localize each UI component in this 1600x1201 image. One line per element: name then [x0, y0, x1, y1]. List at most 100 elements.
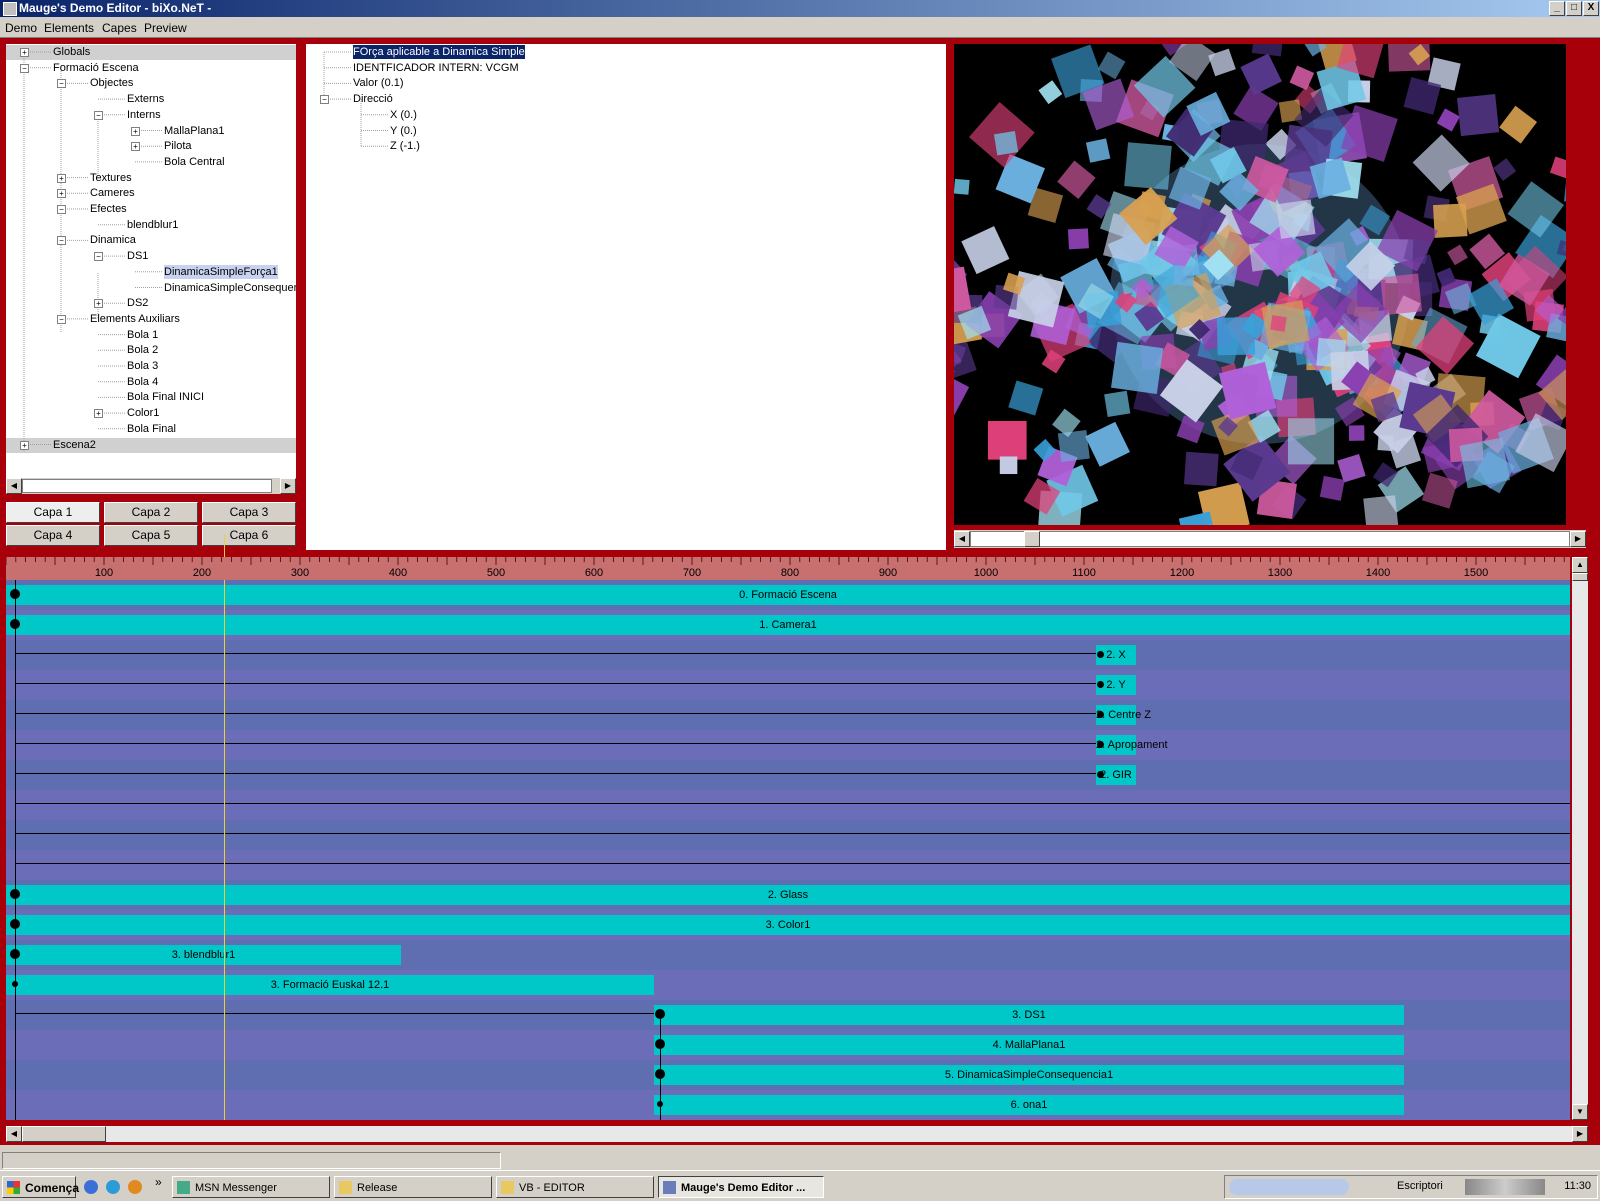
tree-item[interactable]: Cameres	[90, 186, 135, 200]
tree-item[interactable]: Textures	[90, 171, 132, 185]
tray-icons[interactable]	[1465, 1179, 1545, 1195]
collapse-icon[interactable]: −	[57, 79, 66, 89]
tree-item[interactable]: Bola 4	[127, 375, 158, 389]
properties-tree[interactable]: FOrça aplicable a Dinamica Simple IDENTFI…	[306, 44, 946, 550]
capa-3-button[interactable]: Capa 3	[202, 502, 296, 523]
expand-icon[interactable]: +	[20, 48, 29, 57]
tree-item[interactable]: DS1	[127, 249, 148, 263]
tree-item[interactable]: Color1	[127, 406, 159, 420]
tree-item[interactable]: Interns	[127, 108, 161, 122]
timeline-track[interactable]: 2. GIR	[6, 760, 1570, 790]
desktop-toolbar-label[interactable]: Escriptori	[1397, 1180, 1443, 1192]
tree-item[interactable]: Bola Final INICI	[127, 390, 204, 404]
tree-item[interactable]: MallaPlana1	[164, 124, 225, 138]
tree-item[interactable]: Efectes	[90, 202, 127, 216]
tree-item[interactable]: Elements Auxiliars	[90, 312, 180, 326]
media-player-icon[interactable]	[128, 1180, 142, 1194]
property-item[interactable]: FOrça aplicable a Dinamica Simple	[352, 44, 526, 60]
scroll-track[interactable]	[970, 531, 1570, 547]
expand-icon[interactable]: +	[94, 299, 103, 309]
scroll-down-icon[interactable]: ▼	[1572, 1104, 1588, 1120]
timeline-clip[interactable]: 5. DinamicaSimpleConsequencia1	[654, 1065, 1404, 1085]
scene-tree[interactable]: + Globals − Formació Escena − Objectes Externs…	[6, 44, 296, 494]
expand-icon[interactable]: +	[94, 409, 103, 419]
scroll-right-icon[interactable]: ▶	[1570, 531, 1586, 547]
menu-demo[interactable]: Demo	[5, 21, 37, 35]
timeline-clip[interactable]: 6. ona1	[654, 1095, 1404, 1115]
scroll-thumb[interactable]	[22, 479, 272, 493]
keyframe-marker[interactable]	[1096, 770, 1104, 778]
collapse-icon[interactable]: −	[94, 252, 103, 262]
close-button[interactable]: X	[1583, 1, 1599, 16]
keyframe-marker[interactable]	[1096, 710, 1104, 718]
timeline-track[interactable]: 2. Y	[6, 670, 1570, 700]
tree-item[interactable]: Pilota	[164, 139, 192, 153]
tree-item[interactable]: Escena2	[53, 438, 96, 452]
tree-item[interactable]: blendblur1	[127, 218, 178, 232]
internet-explorer-icon[interactable]	[84, 1180, 98, 1194]
scroll-left-icon[interactable]: ◀	[6, 478, 22, 494]
start-button[interactable]: Comença	[2, 1176, 79, 1198]
timeline-ruler[interactable]: 100 200 300 400 500 600 700 800 900 1000 1100 1200 1…	[5, 534, 1570, 580]
menu-capes[interactable]: Capes	[102, 21, 137, 35]
tree-item[interactable]: Bola Final	[127, 422, 176, 436]
desktop-icon[interactable]	[106, 1180, 120, 1194]
property-item[interactable]: Direcció	[353, 92, 393, 106]
timeline-track[interactable]: 1. Camera1	[6, 610, 1570, 640]
property-item[interactable]: IDENTFICADOR INTERN: VCGM	[353, 61, 519, 75]
scroll-left-icon[interactable]: ◀	[954, 531, 970, 547]
menu-preview[interactable]: Preview	[144, 21, 187, 35]
capa-5-button[interactable]: Capa 5	[104, 525, 198, 546]
keyframe-marker[interactable]	[1096, 680, 1104, 688]
timeline-clip[interactable]: 3. blendblur1	[6, 945, 401, 965]
scroll-thumb[interactable]	[1024, 531, 1040, 547]
keyframe-marker[interactable]	[1096, 650, 1104, 658]
tree-item[interactable]: Objectes	[90, 76, 133, 90]
tree-item[interactable]: DinamicaSimpleForça1	[164, 264, 278, 279]
taskbar-mauges-demo-editor[interactable]: Mauge's Demo Editor ...	[658, 1176, 824, 1198]
scroll-up-icon[interactable]: ▲	[1572, 557, 1588, 573]
collapse-icon[interactable]: −	[20, 63, 29, 73]
timeline-track[interactable]: 3. Formació Euskal 12.1	[6, 970, 1570, 1000]
tree-item[interactable]: Formació Escena	[53, 61, 139, 75]
menu-elements[interactable]: Elements	[44, 21, 94, 35]
collapse-icon[interactable]: −	[320, 95, 329, 105]
collapse-icon[interactable]: −	[57, 314, 66, 324]
tree-item[interactable]: Bola Central	[164, 155, 225, 169]
timeline-clip[interactable]: 0. Formació Escena	[6, 585, 1570, 605]
minimize-button[interactable]: _	[1549, 1, 1565, 16]
timeline-track[interactable]: 4. MallaPlana1	[6, 1030, 1570, 1060]
collapse-icon[interactable]: −	[57, 205, 66, 214]
timeline-clip[interactable]: 2. Glass	[6, 885, 1570, 905]
capa-4-button[interactable]: Capa 4	[6, 525, 100, 546]
timeline-track[interactable]: 2. X	[6, 640, 1570, 670]
timeline-track[interactable]: 2. Glass	[6, 880, 1570, 910]
timeline-track[interactable]	[6, 820, 1570, 850]
timeline-track[interactable]: 0. Formació Escena	[6, 580, 1570, 610]
tree-item[interactable]: Bola 2	[127, 343, 158, 357]
collapse-icon[interactable]: −	[57, 236, 66, 246]
tree-item[interactable]: DinamicaSimpleConsequenc	[164, 281, 296, 295]
media-controls-icon[interactable]	[1229, 1179, 1349, 1195]
timeline-clip[interactable]: 1. Camera1	[6, 615, 1570, 635]
preview-viewport[interactable]	[954, 44, 1566, 525]
property-item[interactable]: Y (0.)	[390, 124, 417, 138]
timeline-track[interactable]: 3. blendblur1	[6, 940, 1570, 970]
taskbar-vb-editor[interactable]: VB - EDITOR	[496, 1176, 654, 1198]
tree-item[interactable]: Bola 1	[127, 328, 158, 342]
tree-item[interactable]: Globals	[53, 45, 90, 59]
collapse-icon[interactable]: −	[94, 110, 103, 120]
property-item[interactable]: Z (-1.)	[390, 139, 420, 153]
timeline-track[interactable]: 2. Apropament	[6, 730, 1570, 760]
tree-item[interactable]: Bola 3	[127, 359, 158, 373]
scroll-thumb[interactable]	[1572, 573, 1588, 581]
timeline-track[interactable]: 6. ona1	[6, 1090, 1570, 1120]
tree-item[interactable]: Externs	[127, 92, 164, 106]
tree-horizontal-scrollbar[interactable]: ◀ ▶	[6, 478, 296, 494]
timeline-track[interactable]	[6, 850, 1570, 880]
capa-2-button[interactable]: Capa 2	[104, 502, 198, 523]
tree-item[interactable]: DS2	[127, 296, 148, 310]
timeline-track[interactable]	[6, 790, 1570, 820]
maximize-button[interactable]: □	[1566, 1, 1582, 16]
timeline-clip[interactable]: 4. MallaPlana1	[654, 1035, 1404, 1055]
